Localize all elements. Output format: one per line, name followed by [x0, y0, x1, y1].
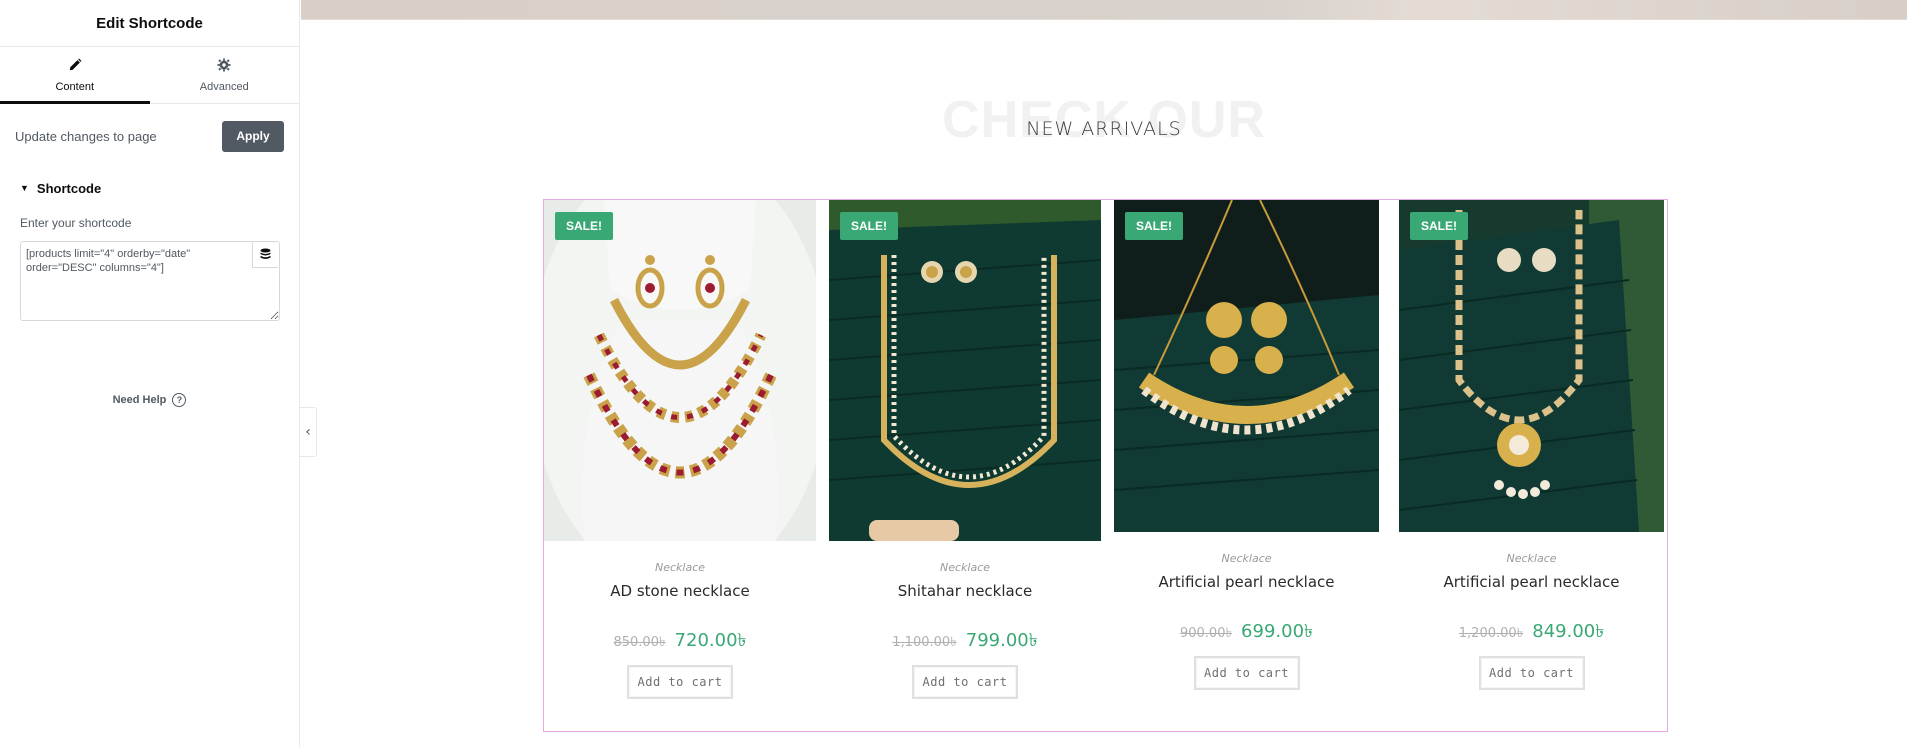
tab-content-label: Content — [55, 80, 95, 93]
hero-image-strip — [301, 0, 1907, 20]
sale-badge: SALE! — [840, 212, 898, 240]
sale-badge: SALE! — [1410, 212, 1468, 240]
product-card: SALE! Necklace Artificial pearl necklace… — [1399, 200, 1664, 690]
tab-advanced-label: Advanced — [199, 80, 249, 93]
panel-tabs: Content Advanced — [0, 47, 299, 104]
add-to-cart-button[interactable]: Add to cart — [627, 665, 733, 699]
section-shortcode-toggle[interactable]: ▼ Shortcode — [0, 168, 299, 208]
shortcode-textarea[interactable] — [20, 241, 280, 321]
editor-panel: Edit Shortcode Content Advanced Update c… — [0, 0, 300, 747]
product-category[interactable]: Necklace — [1399, 552, 1664, 565]
product-image[interactable]: SALE! — [1114, 200, 1379, 532]
need-help-link[interactable]: Need Help ? — [0, 393, 299, 407]
product-price: 850.00৳ 720.00৳ — [544, 626, 816, 657]
old-price: 900.00৳ — [1179, 626, 1232, 641]
product-category[interactable]: Necklace — [829, 561, 1101, 574]
product-card: SALE! Necklace Shitahar necklace 1,100.0… — [829, 200, 1101, 699]
caret-down-icon: ▼ — [20, 183, 29, 193]
product-name[interactable]: Shitahar necklace — [829, 582, 1101, 600]
add-to-cart-button[interactable]: Add to cart — [1193, 656, 1300, 690]
apply-row: Update changes to page Apply — [0, 104, 299, 168]
product-image[interactable]: SALE! — [1399, 200, 1664, 532]
page-preview: CHECK OUR NEW ARRIVALS SALE! Necklace AD… — [301, 0, 1907, 747]
pencil-icon — [68, 58, 82, 75]
product-image[interactable]: SALE! — [829, 200, 1101, 541]
sale-badge: SALE! — [555, 212, 613, 240]
product-name[interactable]: Artificial pearl necklace — [1399, 573, 1664, 591]
panel-collapse-handle[interactable]: ‹ — [300, 407, 317, 457]
section-title: CHECK OUR NEW ARRIVALS — [301, 80, 1907, 150]
old-price: 1,200.00৳ — [1458, 626, 1524, 641]
dynamic-tags-button[interactable] — [252, 242, 278, 268]
tab-content[interactable]: Content — [0, 47, 150, 104]
add-to-cart-button[interactable]: Add to cart — [912, 665, 1018, 699]
product-price: 900.00৳ 699.00৳ — [1114, 617, 1379, 648]
update-changes-text: Update changes to page — [15, 128, 157, 144]
product-category[interactable]: Necklace — [544, 561, 816, 574]
shortcode-field-wrap — [20, 241, 280, 325]
old-price: 850.00৳ — [613, 635, 666, 650]
shortcode-field-label: Enter your shortcode — [20, 216, 132, 230]
old-price: 1,100.00৳ — [892, 635, 957, 650]
database-icon — [260, 245, 271, 264]
product-image[interactable]: SALE! — [544, 200, 816, 541]
gear-icon — [217, 57, 231, 75]
add-to-cart-button[interactable]: Add to cart — [1478, 656, 1585, 690]
product-category[interactable]: Necklace — [1114, 552, 1379, 565]
section-shortcode-label: Shortcode — [36, 180, 102, 196]
product-name[interactable]: AD stone necklace — [544, 582, 816, 600]
sale-badge: SALE! — [1125, 212, 1183, 240]
product-card: SALE! Necklace Artificial pearl necklace… — [1114, 200, 1379, 690]
need-help-label: Need Help — [112, 394, 167, 406]
tab-advanced[interactable]: Advanced — [150, 47, 300, 103]
product-price: 1,100.00৳ 799.00৳ — [829, 626, 1101, 657]
sale-price: 699.00৳ — [1241, 621, 1313, 642]
apply-button[interactable]: Apply — [222, 120, 284, 152]
panel-title: Edit Shortcode — [0, 0, 299, 47]
sale-price: 720.00৳ — [674, 630, 747, 651]
sale-price: 849.00৳ — [1532, 621, 1605, 642]
page-title: NEW ARRIVALS — [1026, 118, 1182, 140]
products-grid[interactable]: SALE! Necklace AD stone necklace 850.00৳… — [543, 199, 1668, 732]
product-price: 1,200.00৳ 849.00৳ — [1399, 617, 1664, 648]
product-card: SALE! Necklace AD stone necklace 850.00৳… — [544, 200, 816, 699]
question-circle-icon: ? — [172, 393, 187, 407]
product-name[interactable]: Artificial pearl necklace — [1114, 573, 1379, 591]
chevron-left-icon: ‹ — [305, 424, 311, 440]
sale-price: 799.00৳ — [965, 630, 1038, 651]
